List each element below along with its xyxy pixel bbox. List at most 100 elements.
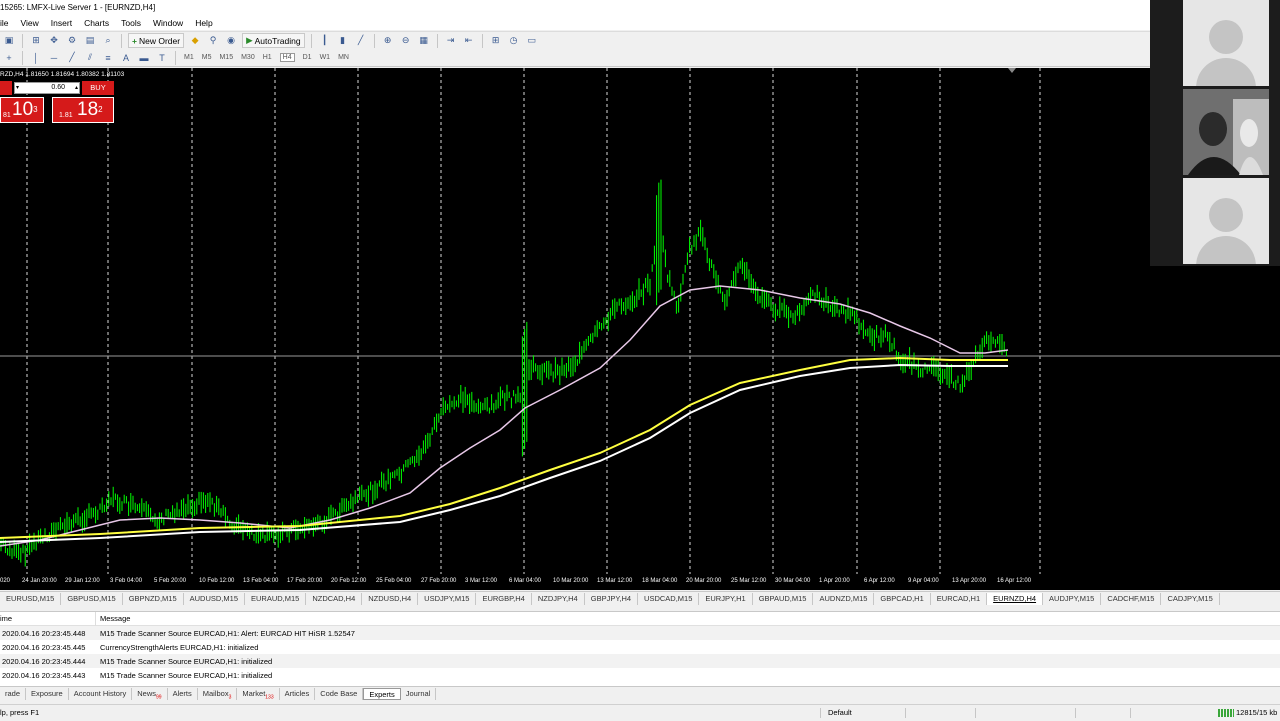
terminal-tab-code-base[interactable]: Code Base [315, 687, 364, 700]
lot-size-input[interactable]: ▾ 0.60 ▴ [14, 82, 80, 94]
navigator-icon[interactable]: ▤ [83, 34, 97, 48]
symbol-tab[interactable]: GBPCAD,H1 [874, 593, 931, 605]
menu-charts[interactable]: Charts [84, 18, 109, 28]
buy-button[interactable]: BUY [82, 81, 114, 95]
terminal-tab-news[interactable]: News99 [132, 687, 168, 700]
participant-tile[interactable] [1183, 178, 1269, 264]
symbol-tab[interactable]: NZDJPY,H4 [532, 593, 585, 605]
terminal-icon[interactable]: ⌕ [101, 34, 115, 48]
menu-insert[interactable]: Insert [51, 18, 72, 28]
menu-help[interactable]: Help [195, 18, 212, 28]
symbol-tab[interactable]: EURNZD,H4 [987, 593, 1044, 605]
chart-shift-icon[interactable]: ⇥ [444, 34, 458, 48]
data-window-icon[interactable]: ⚙ [65, 34, 79, 48]
timeframe-w1[interactable]: W1 [320, 54, 331, 61]
column-header-time[interactable]: ime [0, 611, 96, 626]
connection-status[interactable]: 12815/15 kb [1218, 705, 1277, 721]
symbol-tab[interactable]: NZDUSD,H4 [362, 593, 419, 605]
price-chart[interactable]: RZD,H4 1.81650 1.81694 1.80382 1.81103 ▾… [0, 68, 1280, 590]
timeframe-m30[interactable]: M30 [241, 54, 255, 61]
symbol-tab[interactable]: EURGBP,H4 [476, 593, 532, 605]
new-chart-icon[interactable]: ▣ [2, 34, 16, 48]
symbol-tab[interactable]: EURAUD,M15 [245, 593, 307, 605]
terminal-tab-market[interactable]: Market133 [237, 687, 280, 700]
autotrading-button[interactable]: ▶ AutoTrading [242, 33, 305, 48]
symbol-tab[interactable]: AUDNZD,M15 [813, 593, 875, 605]
new-order-icon: + [132, 35, 137, 46]
tile-windows-icon[interactable]: ▦ [417, 34, 431, 48]
log-row[interactable]: 2020.04.16 20:23:45.445 CurrencyStrengthA… [0, 640, 1280, 654]
symbol-tab[interactable]: USDCAD,M15 [638, 593, 700, 605]
market-watch-icon[interactable]: ✥ [47, 34, 61, 48]
log-row[interactable]: 2020.04.16 20:23:45.443 M15 Trade Scanner… [0, 668, 1280, 682]
fibonacci-icon[interactable]: ≡ [101, 51, 115, 65]
text-icon[interactable]: A [119, 51, 133, 65]
terminal-tab-label: Articles [284, 688, 310, 698]
symbol-tab[interactable]: USDJPY,M15 [418, 593, 477, 605]
signals-icon[interactable]: ◉ [224, 34, 238, 48]
terminal-tab-mailbox[interactable]: Mailbox3 [198, 687, 238, 700]
arrows-icon[interactable]: T [155, 51, 169, 65]
crosshair-icon[interactable]: + [2, 51, 16, 65]
terminal-tab-articles[interactable]: Articles [280, 687, 316, 700]
trendline-icon[interactable]: ╱ [65, 51, 79, 65]
menu-file[interactable]: ile [0, 18, 9, 28]
symbol-tab[interactable]: EURUSD,M15 [0, 593, 62, 605]
templates-icon[interactable]: ▭ [525, 34, 539, 48]
terminal-tab-account-history[interactable]: Account History [69, 687, 133, 700]
terminal-tab-rade[interactable]: rade [0, 687, 27, 700]
zoom-in-icon[interactable]: ⊕ [381, 34, 395, 48]
symbol-tab[interactable]: GBPAUD,M15 [753, 593, 814, 605]
menu-tools[interactable]: Tools [121, 18, 141, 28]
status-profile[interactable]: Default [828, 705, 852, 721]
lot-decrease-icon[interactable]: ▾ [16, 83, 19, 93]
candlestick-icon[interactable]: ▮ [336, 34, 350, 48]
auto-scroll-icon[interactable]: ⇤ [462, 34, 476, 48]
terminal-tab-exposure[interactable]: Exposure [26, 687, 69, 700]
log-row[interactable]: 2020.04.16 20:23:45.444 M15 Trade Scanner… [0, 654, 1280, 668]
menu-view[interactable]: View [21, 18, 39, 28]
terminal-tab-experts[interactable]: Experts [363, 687, 401, 700]
zoom-out-icon[interactable]: ⊖ [399, 34, 413, 48]
log-row[interactable]: 2020.04.16 20:23:45.448 M15 Trade Scanner… [0, 626, 1280, 640]
symbol-tab[interactable]: CADCHF,M15 [1101, 593, 1162, 605]
timeframe-m15[interactable]: M15 [219, 54, 233, 61]
symbol-tab[interactable]: GBPJPY,H4 [585, 593, 639, 605]
timeframe-h4[interactable]: H4 [279, 53, 295, 62]
channel-icon[interactable]: ⫽ [83, 51, 97, 65]
symbol-tab[interactable]: CADJPY,M15 [1161, 593, 1220, 605]
symbol-tab[interactable]: NZDCAD,H4 [306, 593, 363, 605]
metaeditor-icon[interactable]: ◆ [188, 34, 202, 48]
timeframe-m1[interactable]: M1 [184, 54, 194, 61]
terminal-tab-alerts[interactable]: Alerts [168, 687, 198, 700]
profiles-icon[interactable]: ⊞ [29, 34, 43, 48]
vertical-line-icon[interactable]: │ [29, 51, 43, 65]
indicators-icon[interactable]: ⊞ [489, 34, 503, 48]
symbol-tab[interactable]: AUDJPY,M15 [1043, 593, 1102, 605]
symbol-tab[interactable]: GBPUSD,M15 [61, 593, 123, 605]
timeframe-h1[interactable]: H1 [263, 54, 272, 61]
symbol-tab[interactable]: AUDUSD,M15 [184, 593, 245, 605]
symbol-tab[interactable]: GBPNZD,M15 [123, 593, 184, 605]
participant-tile[interactable] [1183, 0, 1269, 86]
timeframe-d1[interactable]: D1 [303, 54, 312, 61]
strategy-tester-icon[interactable]: ⚲ [206, 34, 220, 48]
sell-button[interactable] [0, 81, 12, 95]
label-icon[interactable]: ▬ [137, 51, 151, 65]
periods-icon[interactable]: ◷ [507, 34, 521, 48]
bar-chart-icon[interactable]: ┃ [318, 34, 332, 48]
column-header-message[interactable]: Message [96, 612, 130, 626]
timeframe-m5[interactable]: M5 [202, 54, 212, 61]
symbol-tab[interactable]: EURCAD,H1 [931, 593, 988, 605]
sell-price-box[interactable]: 81 103 [0, 97, 44, 123]
terminal-tab-journal[interactable]: Journal [401, 687, 437, 700]
buy-price-box[interactable]: 1.81 182 [52, 97, 114, 123]
lot-increase-icon[interactable]: ▴ [75, 83, 78, 93]
new-order-button[interactable]: + New Order [128, 33, 185, 48]
participant-video[interactable] [1183, 89, 1269, 175]
menu-window[interactable]: Window [153, 18, 183, 28]
line-chart-icon[interactable]: ╱ [354, 34, 368, 48]
timeframe-mn[interactable]: MN [338, 54, 349, 61]
horizontal-line-icon[interactable]: ─ [47, 51, 61, 65]
symbol-tab[interactable]: EURJPY,H1 [699, 593, 753, 605]
